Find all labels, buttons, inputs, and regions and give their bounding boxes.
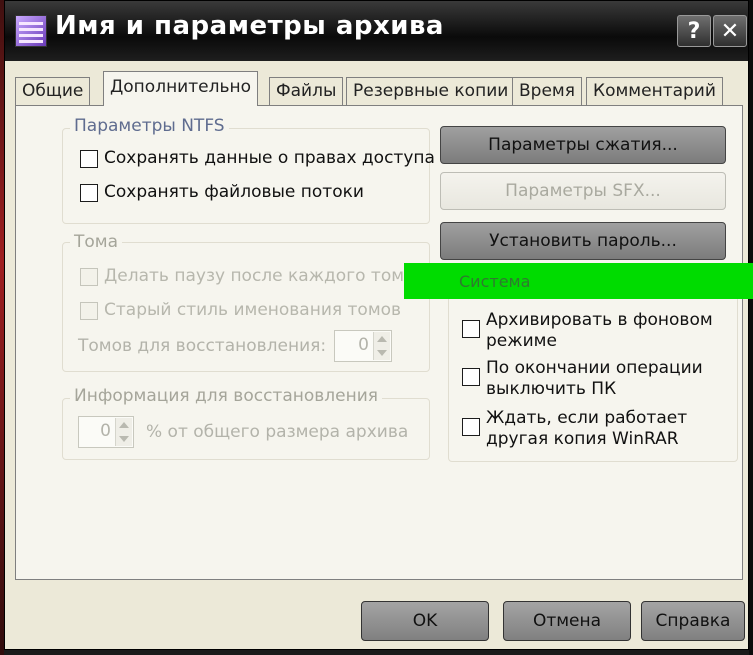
close-icon[interactable]: ✕ (713, 15, 747, 47)
background-archive-label-line2: режиме (486, 331, 557, 351)
pause-after-volume-label: Делать паузу после каждого тома (104, 266, 415, 286)
shutdown-after-option[interactable]: По окончании операции выключить ПК (462, 358, 703, 400)
tab-backup[interactable]: Резервные копии (346, 77, 516, 105)
wait-other-winrar-checkbox[interactable] (462, 418, 480, 436)
advanced-panel: Параметры NTFS Сохранять данные о правах… (15, 105, 743, 580)
save-access-rights-checkbox[interactable] (80, 150, 98, 168)
pause-after-volume-checkbox[interactable] (80, 268, 98, 286)
recovery-percent-value: 0 (100, 421, 111, 441)
recovery-percent-suffix: % от общего размера архива (146, 422, 409, 442)
ntfs-group (62, 128, 430, 224)
recovery-volumes-label: Томов для восстановления: (78, 336, 327, 356)
save-access-rights-label: Сохранять данные о правах доступа (104, 148, 435, 168)
archive-options-dialog: Имя и параметры архива ? ✕ Общие Дополни… (4, 0, 749, 650)
save-streams-option[interactable]: Сохранять файловые потоки (80, 182, 364, 202)
background-archive-option[interactable]: Архивировать в фоновом режиме (462, 310, 713, 352)
background-archive-label-line1: Архивировать в фоновом (486, 310, 713, 330)
help-button[interactable]: Справка (641, 601, 745, 641)
system-highlight-bar: Система (404, 263, 753, 299)
shutdown-after-label-line1: По окончании операции (486, 358, 703, 378)
title-bar[interactable]: Имя и параметры архива ? ✕ (5, 1, 748, 61)
pause-after-volume-option[interactable]: Делать паузу после каждого тома (80, 266, 414, 286)
background-archive-checkbox[interactable] (462, 320, 480, 338)
shutdown-after-label-line2: выключить ПК (486, 379, 617, 399)
tab-advanced[interactable]: Дополнительно (103, 71, 258, 106)
cancel-button[interactable]: Отмена (503, 601, 631, 641)
compression-settings-button[interactable]: Параметры сжатия... (440, 126, 726, 164)
tab-files[interactable]: Файлы (269, 77, 344, 105)
wait-other-winrar-option[interactable]: Ждать, если работает другая копия WinRAR (462, 408, 687, 450)
old-naming-style-checkbox[interactable] (80, 302, 98, 320)
recovery-volumes-spin-arrows[interactable] (373, 332, 390, 360)
old-naming-style-option[interactable]: Старый стиль именования томов (80, 300, 401, 320)
save-access-rights-option[interactable]: Сохранять данные о правах доступа (80, 148, 435, 168)
wait-other-winrar-label-line2: другая копия WinRAR (486, 429, 679, 449)
system-group-title: Система (459, 272, 531, 291)
set-password-button[interactable]: Установить пароль... (440, 222, 726, 260)
tab-time[interactable]: Время (512, 77, 582, 105)
winrar-app-icon (15, 15, 47, 47)
old-naming-style-label: Старый стиль именования томов (104, 300, 402, 320)
tab-comment[interactable]: Комментарий (586, 77, 723, 105)
background-right-edge (749, 0, 753, 655)
ok-button[interactable]: OK (361, 601, 489, 641)
ntfs-group-title: Параметры NTFS (70, 116, 229, 136)
tab-general[interactable]: Общие (15, 77, 91, 105)
recovery-volumes-value: 0 (358, 335, 369, 355)
save-streams-checkbox[interactable] (80, 184, 98, 202)
recovery-percent-spin-arrows[interactable] (115, 418, 132, 446)
recovery-info-group-title: Информация для восстановления (70, 386, 382, 406)
wait-other-winrar-label-line1: Ждать, если работает (486, 408, 688, 428)
help-question-icon[interactable]: ? (677, 15, 711, 47)
save-streams-label: Сохранять файловые потоки (104, 182, 364, 202)
recovery-volumes-spinner[interactable]: 0 (334, 330, 392, 362)
volumes-group-title: Тома (70, 232, 123, 252)
shutdown-after-checkbox[interactable] (462, 368, 480, 386)
sfx-settings-button[interactable]: Параметры SFX... (440, 172, 726, 210)
recovery-percent-spinner[interactable]: 0 (78, 416, 134, 448)
window-title: Имя и параметры архива (55, 11, 444, 41)
tab-strip: Общие Дополнительно Файлы Резервные копи… (15, 71, 745, 106)
